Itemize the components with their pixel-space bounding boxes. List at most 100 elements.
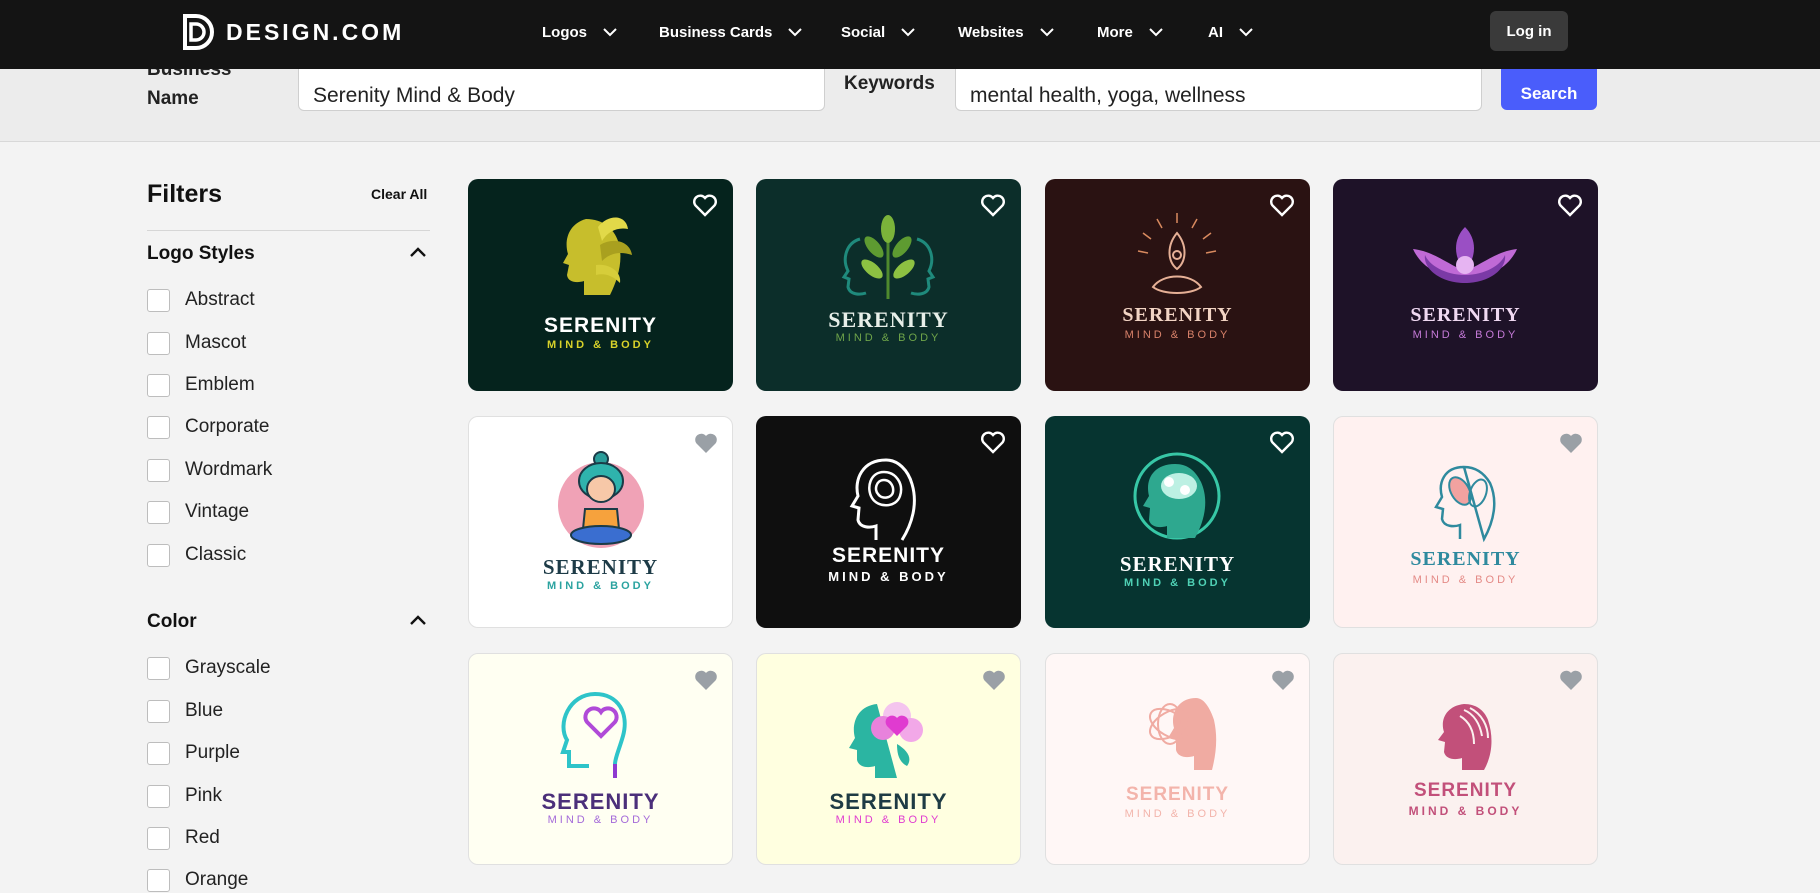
checkbox[interactable] <box>147 656 170 680</box>
nav-business-cards[interactable]: Business Cards <box>659 20 803 44</box>
heart-icon[interactable] <box>1556 191 1584 219</box>
logo-business-name: SERENITY <box>831 544 946 567</box>
logo-business-name: SERENITY <box>1410 548 1521 570</box>
nav-websites[interactable]: Websites <box>958 20 1054 44</box>
heart-icon[interactable] <box>1557 429 1585 457</box>
brand-name: DESIGN.COM <box>226 18 405 45</box>
logo-tagline: MIND & BODY <box>1412 329 1519 341</box>
heart-icon[interactable] <box>692 429 720 457</box>
nav-social[interactable]: Social <box>841 20 915 44</box>
nav-more[interactable]: More <box>1097 20 1163 44</box>
checkbox[interactable] <box>147 331 170 355</box>
checkbox[interactable] <box>147 784 170 808</box>
logo-business-name: SERENITY <box>543 314 658 337</box>
filter-option-grayscale[interactable]: Grayscale <box>147 655 271 681</box>
heart-icon[interactable] <box>1557 666 1585 694</box>
logo-card[interactable]: SERENITY MIND & BODY <box>756 653 1021 865</box>
logo-tagline: MIND & BODY <box>1124 329 1231 341</box>
logo-card[interactable]: SERENITY MIND & BODY <box>468 179 733 391</box>
logo-tagline: MIND & BODY <box>1412 574 1519 586</box>
checkbox[interactable] <box>147 741 170 765</box>
logo-business-name: SERENITY <box>1413 780 1518 801</box>
filter-option-pink[interactable]: Pink <box>147 783 222 809</box>
chevron-down-icon <box>1149 27 1163 36</box>
keywords-input[interactable]: mental health, yoga, wellness <box>955 69 1482 111</box>
nav-ai[interactable]: AI <box>1208 20 1253 44</box>
filter-option-emblem[interactable]: Emblem <box>147 372 255 398</box>
checkbox[interactable] <box>147 699 170 723</box>
chevron-up-icon[interactable] <box>410 247 426 257</box>
logo-card[interactable]: SERENITY MIND & BODY <box>1045 179 1310 391</box>
heart-icon[interactable] <box>1268 191 1296 219</box>
filter-option-blue[interactable]: Blue <box>147 698 223 724</box>
chevron-down-icon <box>788 27 803 36</box>
heart-icon[interactable] <box>1268 428 1296 456</box>
nav-label: Logos <box>542 23 587 41</box>
logo-business-name: SERENITY <box>541 789 660 814</box>
logo-tagline: MIND & BODY <box>1124 577 1231 589</box>
logo-tagline: MIND & BODY <box>1408 804 1523 818</box>
chevron-down-icon <box>901 27 915 36</box>
filters-title: Filters <box>147 180 223 208</box>
filter-option-classic[interactable]: Classic <box>147 542 246 568</box>
checkbox[interactable] <box>147 543 170 567</box>
nav-label: Social <box>841 23 886 41</box>
filter-option-abstract[interactable]: Abstract <box>147 287 255 313</box>
checkbox[interactable] <box>147 415 170 439</box>
chevron-down-icon <box>1039 27 1054 36</box>
filter-option-wordmark[interactable]: Wordmark <box>147 457 272 483</box>
logo-card[interactable]: SERENITY MIND & BODY <box>468 653 733 865</box>
business-name-label: Business Name <box>147 69 232 109</box>
clear-all-button[interactable]: Clear All <box>371 186 427 202</box>
keywords-label: Keywords <box>844 73 935 94</box>
heart-icon[interactable] <box>979 191 1007 219</box>
logo-card[interactable]: SERENITY MIND & BODY <box>1045 416 1310 628</box>
brand-logo[interactable]: DESIGN.COM <box>182 12 404 52</box>
business-name-input[interactable]: Serenity Mind & Body <box>298 69 825 111</box>
logo-business-name: SERENITY <box>1125 784 1230 805</box>
login-button[interactable]: Log in <box>1490 11 1568 51</box>
heart-icon[interactable] <box>692 666 720 694</box>
logo-business-name: SERENITY <box>829 789 948 814</box>
heart-icon[interactable] <box>1269 666 1297 694</box>
filter-option-orange[interactable]: Orange <box>147 867 248 893</box>
logo-tagline: MIND & BODY <box>1124 808 1231 820</box>
chevron-down-icon <box>1239 27 1253 36</box>
logo-card[interactable]: SERENITY MIND & BODY <box>468 416 733 628</box>
filter-option-corporate[interactable]: Corporate <box>147 414 270 440</box>
logo-card[interactable]: SERENITY MIND & BODY <box>1045 653 1310 865</box>
checkbox[interactable] <box>147 458 170 482</box>
nav-label: Websites <box>958 23 1024 41</box>
logo-business-name: SERENITY <box>542 555 659 579</box>
chevron-up-icon[interactable] <box>410 615 426 625</box>
logo-tagline: MIND & BODY <box>835 332 942 344</box>
filter-option-purple[interactable]: Purple <box>147 740 240 766</box>
heart-icon[interactable] <box>691 191 719 219</box>
logo-tagline: MIND & BODY <box>547 339 654 351</box>
search-button[interactable]: Search <box>1501 69 1597 110</box>
logo-business-name: SERENITY <box>1410 304 1521 326</box>
logo-card[interactable]: SERENITY MIND & BODY <box>756 179 1021 391</box>
heart-icon[interactable] <box>979 428 1007 456</box>
checkbox[interactable] <box>147 826 170 850</box>
logo-tagline: MIND & BODY <box>547 814 654 826</box>
filter-option-mascot[interactable]: Mascot <box>147 330 246 356</box>
checkbox[interactable] <box>147 500 170 524</box>
logo-styles-heading[interactable]: Logo Styles <box>147 243 255 265</box>
checkbox[interactable] <box>147 868 170 892</box>
logo-card[interactable]: SERENITY MIND & BODY <box>1333 416 1598 628</box>
nav-logos[interactable]: Logos <box>542 20 617 44</box>
color-heading[interactable]: Color <box>147 611 197 633</box>
filter-option-red[interactable]: Red <box>147 825 220 851</box>
divider <box>147 230 430 231</box>
logo-card[interactable]: SERENITY MIND & BODY <box>1333 179 1598 391</box>
checkbox[interactable] <box>147 288 170 312</box>
filter-option-vintage[interactable]: Vintage <box>147 499 249 525</box>
logo-card[interactable]: SERENITY MIND & BODY <box>1333 653 1598 865</box>
logo-tagline: MIND & BODY <box>828 569 949 584</box>
logo-business-name: SERENITY <box>828 307 949 332</box>
checkbox[interactable] <box>147 373 170 397</box>
heart-icon[interactable] <box>980 666 1008 694</box>
chevron-down-icon <box>603 27 617 36</box>
logo-card[interactable]: SERENITY MIND & BODY <box>756 416 1021 628</box>
